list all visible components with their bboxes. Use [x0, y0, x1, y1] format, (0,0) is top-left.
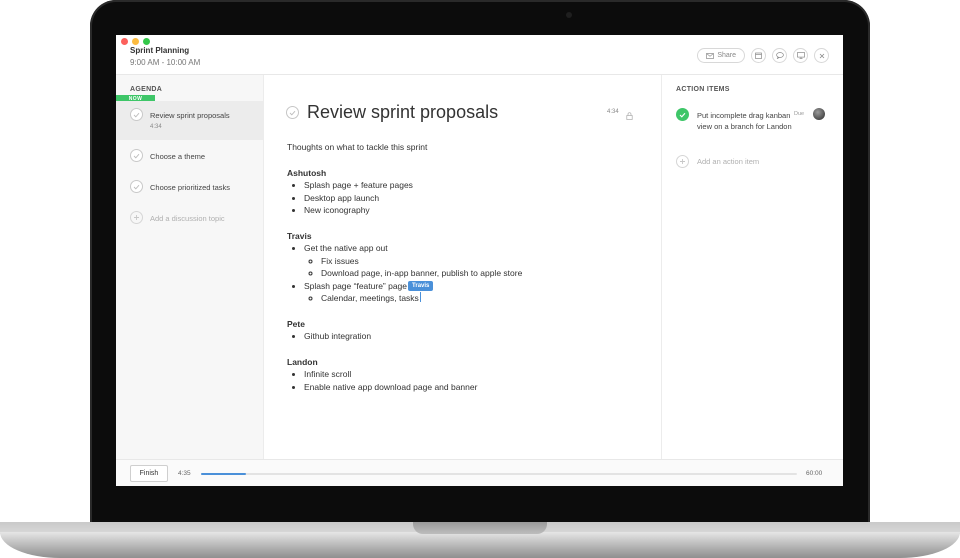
meeting-time: 9:00 AM - 10:00 AM [130, 58, 201, 67]
list-item: Download page, in-app banner, publish to… [321, 267, 647, 280]
agenda-item-check[interactable] [130, 180, 143, 193]
section-person: Ashutosh [287, 167, 327, 178]
agenda-item-choose-prioritized-tasks[interactable]: Choose prioritized tasks [116, 173, 264, 203]
add-action-item[interactable]: Add an action item [676, 155, 759, 168]
list-item: Splash page “feature” pageTravis Calenda… [304, 280, 647, 305]
bullet-list: Get the native app out Fix issues Downlo… [304, 242, 647, 305]
list-item: Desktop app launch [304, 192, 647, 205]
list-item: Get the native app out Fix issues Downlo… [304, 242, 647, 280]
add-action-placeholder: Add an action item [697, 157, 760, 166]
calendar-button[interactable] [751, 48, 766, 63]
topic-complete-toggle[interactable] [286, 106, 299, 119]
sub-bullet-list: Calendar, meetings, tasks [321, 292, 647, 305]
window-controls [121, 38, 150, 45]
agenda-item-choose-a-theme[interactable]: Choose a theme [116, 142, 264, 172]
checkmark-icon [133, 184, 140, 189]
share-button[interactable]: Share [697, 48, 745, 63]
checkmark-icon [133, 153, 140, 158]
window-zoom-button[interactable] [143, 38, 150, 45]
list-item: Enable native app download page and bann… [304, 381, 647, 394]
due-date-label[interactable]: Due [794, 111, 804, 117]
list-item-text: Splash page “feature” page [304, 280, 408, 291]
elapsed-time: 4:35 [178, 470, 191, 477]
checkmark-icon [679, 112, 686, 118]
close-icon [819, 53, 824, 58]
meeting-progress-fill [201, 473, 247, 475]
bullet-list: Splash page + feature pages Desktop app … [304, 179, 647, 217]
action-item-check[interactable] [676, 108, 689, 121]
list-item: Splash page + feature pages [304, 179, 647, 192]
calendar-icon [755, 52, 762, 59]
mail-icon [706, 52, 715, 59]
list-item: Github integration [304, 330, 647, 343]
plus-icon [680, 159, 685, 164]
meeting-title: Sprint Planning [130, 46, 190, 55]
meeting-footer: Finish 4:35 60:00 [116, 459, 843, 486]
meeting-progress-bar[interactable] [201, 473, 797, 475]
list-item: New iconography [304, 204, 647, 217]
action-item-text: Put incomplete drag kanban view on a bra… [697, 111, 792, 131]
close-meeting-button[interactable] [814, 48, 829, 63]
comments-button[interactable] [772, 48, 787, 63]
share-label: Share [717, 52, 736, 59]
add-topic-button[interactable] [130, 211, 143, 224]
list-item-text: Calendar, meetings, tasks [321, 293, 419, 303]
agenda-heading: AGENDA [130, 86, 163, 93]
plus-icon [134, 215, 139, 220]
agenda-item-timer: 4:34 [150, 124, 162, 130]
laptop-base [0, 532, 960, 558]
agenda-item-check[interactable] [130, 149, 143, 162]
camera [566, 12, 572, 18]
bullet-list: Infinite scroll Enable native app downlo… [304, 368, 647, 393]
list-item: Calendar, meetings, tasks [321, 292, 647, 305]
add-action-button[interactable] [676, 155, 689, 168]
action-items-panel: ACTION ITEMS Put incomplete drag kanban … [661, 75, 843, 459]
notes-intro: Thoughts on what to tackle this sprint [287, 142, 428, 152]
lock-button[interactable] [626, 107, 633, 125]
lock-icon [626, 112, 633, 120]
toolbar: Share [697, 48, 829, 63]
bullet-list: Github integration [304, 330, 647, 343]
list-item: Infinite scroll [304, 368, 647, 381]
notes-editor[interactable]: Thoughts on what to tackle this sprint A… [287, 141, 647, 406]
collaborator-cursor-flag: Travis [408, 280, 434, 291]
present-icon [796, 52, 805, 59]
comment-icon [775, 52, 784, 59]
agenda-sidebar: AGENDA NOW Review sprint proposals 4:34 … [116, 75, 264, 459]
agenda-item-check[interactable] [130, 108, 143, 121]
section-person: Landon [287, 356, 318, 367]
agenda-item-label: Review sprint proposals [150, 111, 230, 120]
assignee-avatar[interactable] [813, 108, 825, 120]
list-item: Fix issues [321, 255, 647, 268]
agenda-item-label: Choose prioritized tasks [150, 183, 231, 192]
present-button[interactable] [793, 48, 808, 63]
title-bar: Sprint Planning 9:00 AM - 10:00 AM Share [116, 35, 843, 75]
finish-button[interactable]: Finish [130, 465, 168, 482]
collaborator-caret [419, 292, 421, 302]
window-minimize-button[interactable] [132, 38, 139, 45]
checkmark-icon [289, 110, 296, 115]
agenda-item-review-sprint-proposals[interactable]: Review sprint proposals 4:34 [116, 101, 264, 140]
add-topic-placeholder: Add a discussion topic [150, 214, 225, 223]
topic-timer: 4:34 [607, 109, 619, 115]
total-time: 60:00 [806, 470, 823, 477]
list-item-text: Get the native app out [304, 243, 388, 253]
section-person: Travis [287, 230, 312, 241]
laptop-notch [413, 522, 547, 534]
agenda-item-label: Choose a theme [150, 152, 206, 161]
action-items-heading: ACTION ITEMS [676, 86, 730, 93]
sub-bullet-list: Fix issues Download page, in-app banner,… [321, 255, 647, 280]
window-close-button[interactable] [121, 38, 128, 45]
checkmark-icon [133, 112, 140, 117]
topic-title: Review sprint proposals [307, 102, 499, 122]
section-person: Pete [287, 318, 305, 329]
app-window: Sprint Planning 9:00 AM - 10:00 AM Share… [116, 35, 843, 486]
topic-panel: Review sprint proposals 4:34 Thoughts on… [264, 75, 661, 459]
add-discussion-topic[interactable]: Add a discussion topic [116, 204, 264, 234]
